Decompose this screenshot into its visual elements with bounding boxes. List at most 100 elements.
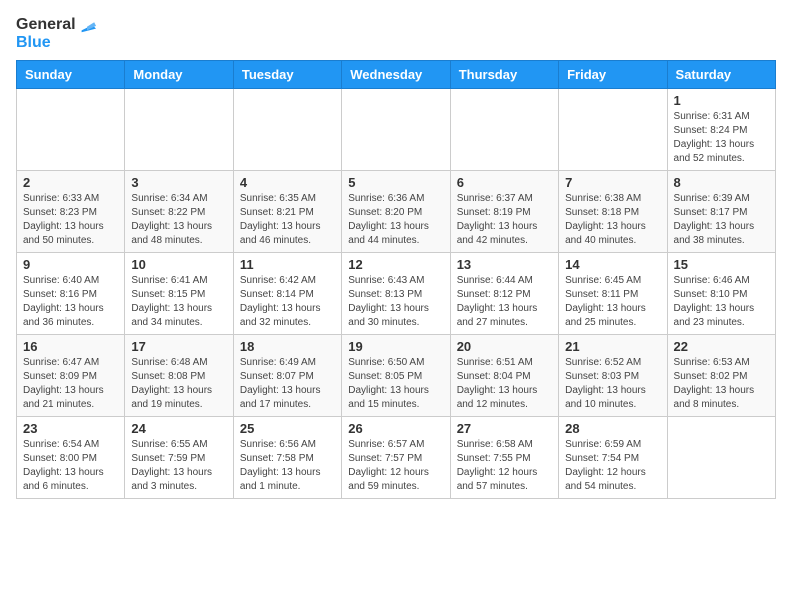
weekday-header-thursday: Thursday [450, 60, 558, 88]
day-info: Sunrise: 6:51 AM Sunset: 8:04 PM Dayligh… [457, 356, 552, 412]
day-number: 8 [674, 175, 769, 190]
day-info: Sunrise: 6:45 AM Sunset: 8:11 PM Dayligh… [565, 274, 660, 330]
day-info: Sunrise: 6:39 AM Sunset: 8:17 PM Dayligh… [674, 192, 769, 248]
day-number: 5 [348, 175, 443, 190]
day-number: 19 [348, 339, 443, 354]
day-number: 13 [457, 257, 552, 272]
calendar-week-row: 23 Sunrise: 6:54 AM Sunset: 8:00 PM Dayli… [17, 416, 776, 498]
calendar-cell: 9Sunrise: 6:40 AM Sunset: 8:16 PM Daylig… [17, 252, 125, 334]
logo-combined: General Blue [16, 16, 96, 52]
day-number: 14 [565, 257, 660, 272]
day-number: 26 [348, 421, 443, 436]
weekday-header-tuesday: Tuesday [233, 60, 341, 88]
calendar-cell: 4 Sunrise: 6:35 AM Sunset: 8:21 PM Daylig… [233, 170, 341, 252]
calendar-cell: 10Sunrise: 6:41 AM Sunset: 8:15 PM Dayli… [125, 252, 233, 334]
day-number: 11 [240, 257, 335, 272]
calendar-cell: 1 Sunrise: 6:31 AM Sunset: 8:24 PM Daylig… [667, 88, 775, 170]
day-info: Sunrise: 6:53 AM Sunset: 8:02 PM Dayligh… [674, 356, 769, 412]
calendar-cell: 6 Sunrise: 6:37 AM Sunset: 8:19 PM Daylig… [450, 170, 558, 252]
day-number: 9 [23, 257, 118, 272]
day-info: Sunrise: 6:49 AM Sunset: 8:07 PM Dayligh… [240, 356, 335, 412]
day-number: 23 [23, 421, 118, 436]
calendar-cell [342, 88, 450, 170]
calendar-week-row: 9Sunrise: 6:40 AM Sunset: 8:16 PM Daylig… [17, 252, 776, 334]
calendar-cell: 12 Sunrise: 6:43 AM Sunset: 8:13 PM Dayli… [342, 252, 450, 334]
calendar-cell: 28Sunrise: 6:59 AM Sunset: 7:54 PM Dayli… [559, 416, 667, 498]
logo: General Blue [16, 16, 96, 52]
day-number: 27 [457, 421, 552, 436]
day-info: Sunrise: 6:48 AM Sunset: 8:08 PM Dayligh… [131, 356, 226, 412]
day-info: Sunrise: 6:50 AM Sunset: 8:05 PM Dayligh… [348, 356, 443, 412]
calendar-cell: 5 Sunrise: 6:36 AM Sunset: 8:20 PM Daylig… [342, 170, 450, 252]
calendar-cell [125, 88, 233, 170]
day-info: Sunrise: 6:55 AM Sunset: 7:59 PM Dayligh… [131, 438, 226, 494]
calendar-cell: 21Sunrise: 6:52 AM Sunset: 8:03 PM Dayli… [559, 334, 667, 416]
day-info: Sunrise: 6:33 AM Sunset: 8:23 PM Dayligh… [23, 192, 118, 248]
calendar-cell: 24 Sunrise: 6:55 AM Sunset: 7:59 PM Dayli… [125, 416, 233, 498]
calendar-cell: 14 Sunrise: 6:45 AM Sunset: 8:11 PM Dayli… [559, 252, 667, 334]
day-number: 4 [240, 175, 335, 190]
logo-flag-icon [78, 16, 96, 34]
weekday-header-saturday: Saturday [667, 60, 775, 88]
header: General Blue [16, 16, 776, 52]
calendar-cell: 27Sunrise: 6:58 AM Sunset: 7:55 PM Dayli… [450, 416, 558, 498]
day-number: 20 [457, 339, 552, 354]
day-info: Sunrise: 6:34 AM Sunset: 8:22 PM Dayligh… [131, 192, 226, 248]
day-number: 18 [240, 339, 335, 354]
day-number: 1 [674, 93, 769, 108]
calendar-cell: 22 Sunrise: 6:53 AM Sunset: 8:02 PM Dayli… [667, 334, 775, 416]
day-number: 25 [240, 421, 335, 436]
day-number: 22 [674, 339, 769, 354]
day-info: Sunrise: 6:35 AM Sunset: 8:21 PM Dayligh… [240, 192, 335, 248]
day-info: Sunrise: 6:52 AM Sunset: 8:03 PM Dayligh… [565, 356, 660, 412]
day-info: Sunrise: 6:54 AM Sunset: 8:00 PM Dayligh… [23, 438, 118, 494]
calendar-cell [17, 88, 125, 170]
calendar-cell: 19 Sunrise: 6:50 AM Sunset: 8:05 PM Dayli… [342, 334, 450, 416]
day-info: Sunrise: 6:43 AM Sunset: 8:13 PM Dayligh… [348, 274, 443, 330]
calendar-week-row: 16 Sunrise: 6:47 AM Sunset: 8:09 PM Dayli… [17, 334, 776, 416]
day-info: Sunrise: 6:57 AM Sunset: 7:57 PM Dayligh… [348, 438, 443, 494]
weekday-header-row: SundayMondayTuesdayWednesdayThursdayFrid… [17, 60, 776, 88]
day-number: 15 [674, 257, 769, 272]
calendar-cell: 11 Sunrise: 6:42 AM Sunset: 8:14 PM Dayli… [233, 252, 341, 334]
day-number: 28 [565, 421, 660, 436]
calendar-cell: 26 Sunrise: 6:57 AM Sunset: 7:57 PM Dayli… [342, 416, 450, 498]
day-number: 17 [131, 339, 226, 354]
logo-general-text: General [16, 16, 76, 34]
day-info: Sunrise: 6:44 AM Sunset: 8:12 PM Dayligh… [457, 274, 552, 330]
day-info: Sunrise: 6:38 AM Sunset: 8:18 PM Dayligh… [565, 192, 660, 248]
calendar-cell: 16 Sunrise: 6:47 AM Sunset: 8:09 PM Dayli… [17, 334, 125, 416]
calendar-cell [233, 88, 341, 170]
calendar-cell: 7 Sunrise: 6:38 AM Sunset: 8:18 PM Daylig… [559, 170, 667, 252]
day-number: 16 [23, 339, 118, 354]
calendar: SundayMondayTuesdayWednesdayThursdayFrid… [16, 60, 776, 499]
calendar-cell: 17 Sunrise: 6:48 AM Sunset: 8:08 PM Dayli… [125, 334, 233, 416]
calendar-cell: 15 Sunrise: 6:46 AM Sunset: 8:10 PM Dayli… [667, 252, 775, 334]
calendar-cell [667, 416, 775, 498]
day-number: 2 [23, 175, 118, 190]
day-info: Sunrise: 6:36 AM Sunset: 8:20 PM Dayligh… [348, 192, 443, 248]
weekday-header-sunday: Sunday [17, 60, 125, 88]
day-number: 7 [565, 175, 660, 190]
calendar-cell: 20 Sunrise: 6:51 AM Sunset: 8:04 PM Dayli… [450, 334, 558, 416]
day-number: 6 [457, 175, 552, 190]
day-number: 24 [131, 421, 226, 436]
calendar-cell: 23 Sunrise: 6:54 AM Sunset: 8:00 PM Dayli… [17, 416, 125, 498]
day-info: Sunrise: 6:37 AM Sunset: 8:19 PM Dayligh… [457, 192, 552, 248]
day-info: Sunrise: 6:41 AM Sunset: 8:15 PM Dayligh… [131, 274, 226, 330]
calendar-cell: 3Sunrise: 6:34 AM Sunset: 8:22 PM Daylig… [125, 170, 233, 252]
calendar-week-row: 1 Sunrise: 6:31 AM Sunset: 8:24 PM Daylig… [17, 88, 776, 170]
day-info: Sunrise: 6:42 AM Sunset: 8:14 PM Dayligh… [240, 274, 335, 330]
weekday-header-wednesday: Wednesday [342, 60, 450, 88]
day-info: Sunrise: 6:31 AM Sunset: 8:24 PM Dayligh… [674, 110, 769, 166]
calendar-cell: 8 Sunrise: 6:39 AM Sunset: 8:17 PM Daylig… [667, 170, 775, 252]
calendar-cell: 18 Sunrise: 6:49 AM Sunset: 8:07 PM Dayli… [233, 334, 341, 416]
calendar-cell [559, 88, 667, 170]
day-number: 12 [348, 257, 443, 272]
calendar-week-row: 2 Sunrise: 6:33 AM Sunset: 8:23 PM Daylig… [17, 170, 776, 252]
calendar-cell [450, 88, 558, 170]
day-info: Sunrise: 6:46 AM Sunset: 8:10 PM Dayligh… [674, 274, 769, 330]
day-info: Sunrise: 6:47 AM Sunset: 8:09 PM Dayligh… [23, 356, 118, 412]
calendar-cell: 13 Sunrise: 6:44 AM Sunset: 8:12 PM Dayli… [450, 252, 558, 334]
day-info: Sunrise: 6:56 AM Sunset: 7:58 PM Dayligh… [240, 438, 335, 494]
